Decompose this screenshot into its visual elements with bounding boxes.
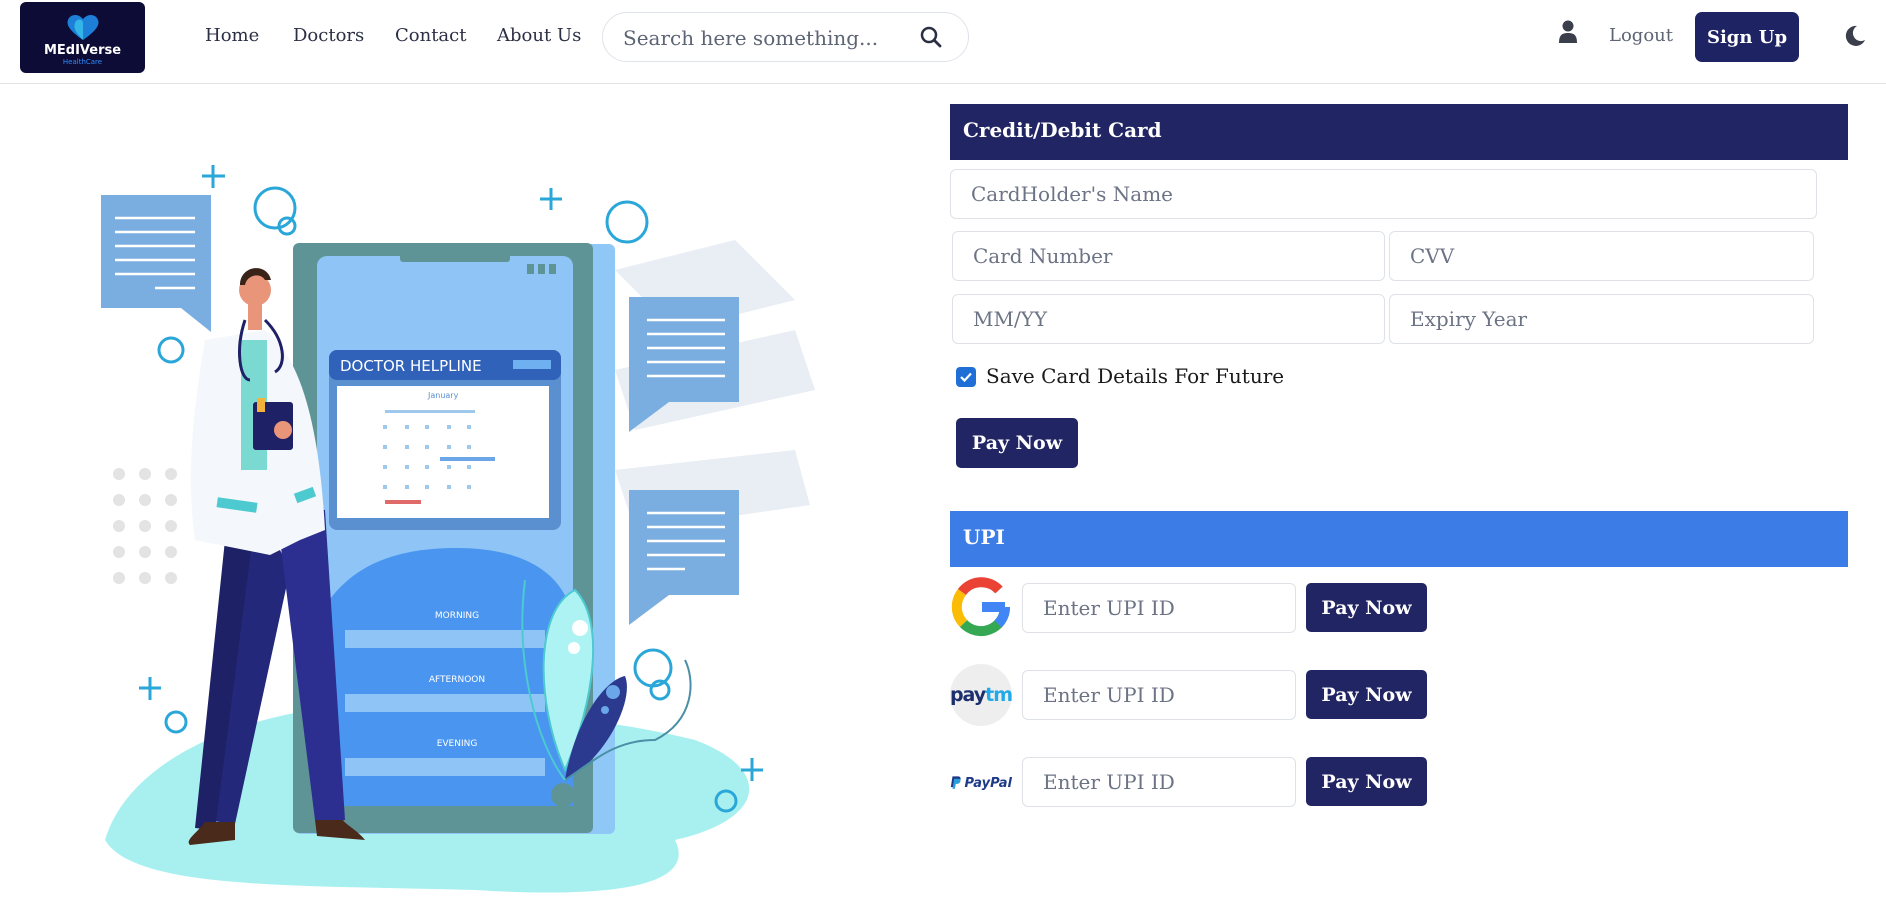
cvv-input[interactable] [1389, 231, 1814, 281]
card-pay-now-button[interactable]: Pay Now [956, 418, 1078, 468]
top-navbar: MEdIVerse HealthCare Home Doctors Contac… [0, 0, 1886, 84]
paytm-logo-icon: pay tm [949, 664, 1013, 726]
credit-card-header: Credit/Debit Card [950, 104, 1848, 160]
search-bar [602, 12, 969, 62]
sign-up-button[interactable]: Sign Up [1695, 12, 1799, 62]
slot-evening: EVENING [437, 739, 478, 749]
nav-doctors[interactable]: Doctors [293, 25, 364, 46]
chat-bubble-right-bottom [629, 490, 739, 625]
moon-icon[interactable] [1843, 24, 1867, 48]
google-upi-input[interactable] [1022, 583, 1296, 633]
paypal-logo-icon: PayPal [950, 766, 1012, 800]
logout-link[interactable]: Logout [1609, 25, 1673, 46]
paytm-upi-input[interactable] [1022, 670, 1296, 720]
paytm-pay-now-button[interactable]: Pay Now [1306, 670, 1427, 719]
search-icon[interactable] [919, 25, 943, 49]
mm-yy-input[interactable] [952, 294, 1385, 344]
card-number-input[interactable] [952, 231, 1385, 281]
brand-logo[interactable]: MEdIVerse HealthCare [20, 2, 145, 73]
chat-bubble-left [101, 195, 211, 332]
paypal-pay-now-button[interactable]: Pay Now [1306, 757, 1427, 806]
doctor-helpline-illustration: DOCTOR HELPLINE January MORNING AFTERNOO… [101, 165, 815, 893]
save-card-label: Save Card Details For Future [986, 364, 1285, 388]
paypal-p-icon [950, 776, 961, 789]
nav-contact[interactable]: Contact [395, 25, 466, 46]
save-card-checkbox[interactable] [956, 367, 976, 387]
helpline-title: DOCTOR HELPLINE [340, 357, 482, 375]
nav-about-us[interactable]: About Us [497, 25, 581, 46]
upi-header: UPI [950, 511, 1848, 567]
calendar-month: January [427, 391, 459, 400]
search-input[interactable] [623, 25, 913, 51]
paypal-upi-input[interactable] [1022, 757, 1296, 807]
slot-afternoon: AFTERNOON [429, 675, 485, 685]
brand-tagline: HealthCare [62, 57, 103, 66]
google-logo-icon [951, 577, 1011, 637]
paytm-logo-pay: pay [949, 684, 986, 706]
expiry-year-input[interactable] [1389, 294, 1814, 344]
heart-logo-icon [67, 14, 98, 40]
google-pay-now-button[interactable]: Pay Now [1306, 583, 1427, 632]
paypal-logo-text: PayPal [964, 775, 1012, 791]
brand-name: MEdIVerse [43, 42, 122, 58]
nav-home[interactable]: Home [205, 25, 259, 46]
paytm-logo-tm: tm [985, 684, 1013, 706]
slot-morning: MORNING [435, 611, 479, 621]
checkmark-icon [960, 372, 972, 383]
user-icon[interactable] [1558, 20, 1578, 44]
cardholder-name-input[interactable] [950, 169, 1817, 219]
